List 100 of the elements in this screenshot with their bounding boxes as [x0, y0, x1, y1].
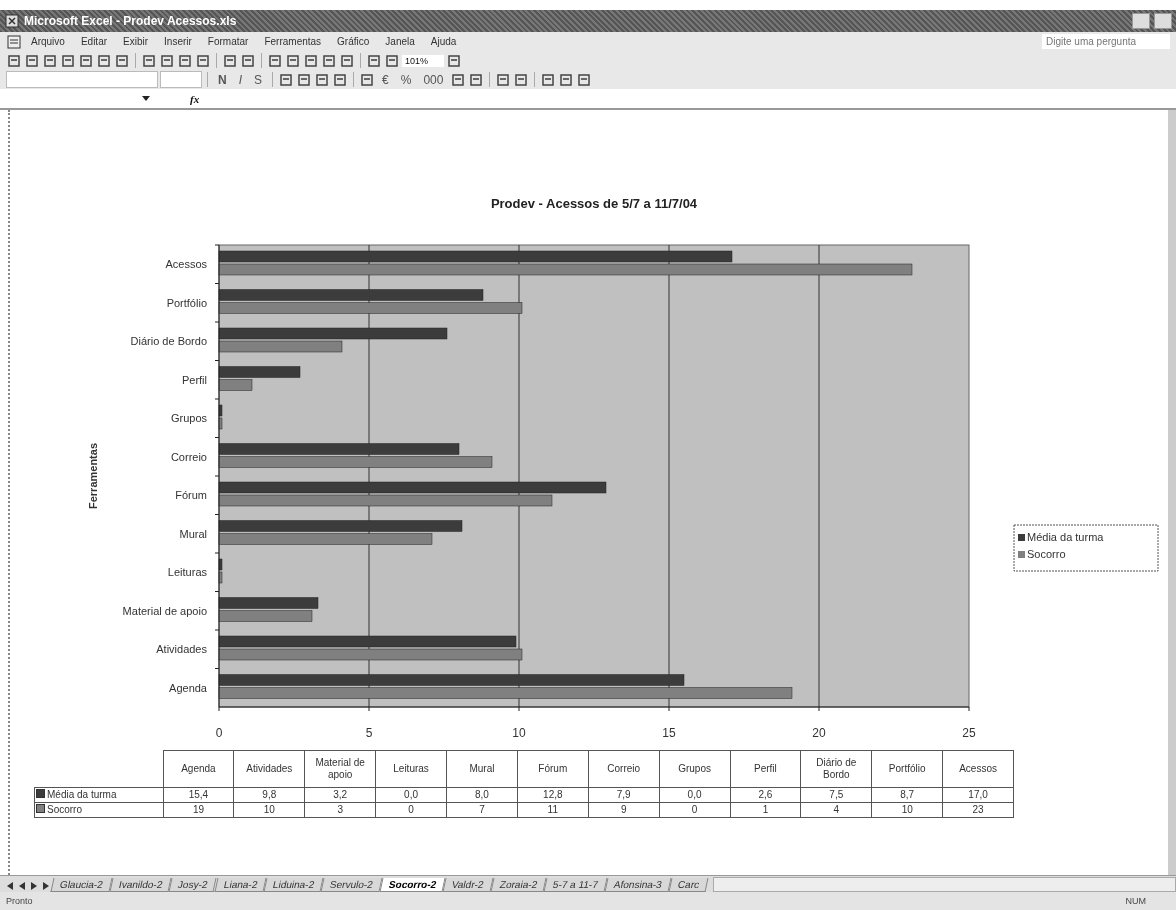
menu-item[interactable]: Exibir — [116, 36, 156, 47]
sheet-tab[interactable]: Carc — [668, 878, 709, 892]
menu-item[interactable]: Ajuda — [423, 36, 464, 47]
tick-label: 0 — [215, 726, 223, 740]
sheet-tab[interactable]: Liduina-2 — [263, 878, 324, 892]
format-button[interactable]: S — [249, 72, 268, 87]
table-cell: 0 — [659, 802, 730, 818]
category-label: Mural — [179, 527, 207, 540]
category-label: Acessos — [165, 258, 207, 271]
table-cell: 7,5 — [800, 787, 872, 803]
category-label: Atividades — [156, 643, 207, 656]
table-header: Portfólio — [871, 750, 943, 788]
format-button[interactable]: I — [233, 72, 247, 87]
table-cell: 7,9 — [588, 787, 660, 803]
function-button[interactable]: fx — [170, 92, 200, 105]
table-cell: 1 — [730, 802, 801, 818]
menu-item[interactable]: Ferramentas — [257, 36, 329, 47]
table-header: Atividades — [233, 750, 305, 788]
tick-label: 15 — [662, 726, 676, 740]
table-header: Correio — [588, 750, 660, 788]
table-header: Diário de Bordo — [800, 750, 872, 788]
tick-label: 10 — [512, 726, 526, 740]
sheet-tab[interactable]: Liana-2 — [214, 878, 267, 892]
table-cell: 4 — [800, 802, 872, 818]
number-format-button[interactable]: 000 — [418, 72, 449, 87]
sheet-tab[interactable]: Servulo-2 — [320, 878, 383, 892]
table-cell: 12,8 — [517, 787, 589, 803]
sheet-tab[interactable]: 5-7 a 11-7 — [543, 878, 608, 892]
table-cell: 10 — [871, 802, 943, 818]
menu-item[interactable]: Arquivo — [24, 36, 72, 47]
table-row-label: Média da turma — [34, 787, 163, 803]
sheet-tab[interactable]: Zoraia-2 — [490, 878, 547, 892]
table-header: Leituras — [375, 750, 447, 788]
legend-label: Socorro — [1027, 548, 1066, 560]
table-cell: 7 — [446, 802, 518, 818]
table-cell: 8,7 — [871, 787, 943, 803]
table-cell: 19 — [163, 802, 234, 818]
sheet-tab[interactable]: Josy-2 — [168, 878, 218, 892]
table-cell: 11 — [517, 802, 589, 818]
sheet-tab[interactable]: Valdr-2 — [442, 878, 494, 892]
table-cell: 9,8 — [233, 787, 305, 803]
number-format-button[interactable]: % — [395, 72, 417, 87]
category-label: Portfólio — [166, 296, 207, 309]
axis-title: Ferramentas — [87, 443, 99, 509]
table-header: Mural — [446, 750, 518, 788]
sheet-tab[interactable]: Ivanildo-2 — [109, 878, 172, 892]
table-cell: 23 — [942, 802, 1014, 818]
table-cell: 2,6 — [730, 787, 801, 803]
tick-label: 25 — [962, 726, 976, 740]
category-label: Material de apoio — [122, 604, 207, 617]
sheet-tab[interactable]: Afonsina-3 — [604, 878, 672, 892]
table-header: Grupos — [659, 750, 730, 788]
table-header: Agenda — [163, 750, 234, 788]
workbook-icon[interactable] — [6, 33, 22, 50]
help-search-field[interactable]: Digite uma pergunta — [1042, 34, 1170, 49]
category-label: Correio — [170, 450, 207, 463]
sheet-tab[interactable]: Glaucia-2 — [50, 878, 113, 892]
horizontal-scrollbar[interactable] — [712, 877, 1176, 892]
category-label: Leituras — [167, 566, 207, 579]
table-header: Material de apoio — [304, 750, 376, 788]
table-header: Perfil — [730, 750, 801, 788]
num-lock-indicator: NUM — [1125, 896, 1146, 906]
table-cell: 17,0 — [942, 787, 1014, 803]
zoom-field[interactable]: 101% — [402, 54, 444, 67]
table-header: Fórum — [517, 750, 589, 788]
format-button[interactable]: N — [213, 72, 232, 87]
table-cell: 0,0 — [375, 787, 447, 803]
category-label: Grupos — [170, 412, 207, 425]
font-name-field[interactable] — [6, 71, 158, 88]
table-cell: 0,0 — [659, 787, 730, 803]
sheet-tab[interactable]: Socorro-2 — [379, 878, 446, 892]
menu-item[interactable]: Gráfico — [330, 36, 377, 47]
category-label: Perfil — [181, 373, 207, 386]
tick-label: 20 — [812, 726, 826, 740]
table-cell: 0 — [375, 802, 447, 818]
table-cell: 10 — [233, 802, 305, 818]
table-cell: 15,4 — [163, 787, 234, 803]
chart-title: Prodev - Acessos de 5/7 a 11/7/04 — [490, 196, 698, 211]
category-label: Fórum — [175, 489, 207, 502]
number-format-button[interactable]: € — [377, 72, 394, 87]
table-cell: 3,2 — [304, 787, 376, 803]
menu-item[interactable]: Janela — [378, 36, 422, 47]
menu-item[interactable]: Formatar — [200, 36, 256, 47]
table-row-label: Socorro — [34, 802, 163, 818]
status-text: Pronto — [6, 896, 33, 906]
menu-item[interactable]: Editar — [73, 36, 115, 47]
menu-item[interactable]: Inserir — [157, 36, 199, 47]
tick-label: 5 — [365, 726, 373, 740]
legend-label: Média da turma — [1027, 531, 1104, 543]
table-header: Acessos — [942, 750, 1014, 788]
app-icon — [4, 13, 20, 29]
table-cell: 3 — [304, 802, 376, 818]
category-label: Diário de Bordo — [130, 335, 207, 348]
vertical-scrollbar[interactable] — [1168, 110, 1176, 875]
dropdown-arrow-icon[interactable] — [142, 95, 150, 102]
category-label: Agenda — [169, 681, 207, 694]
window-title: Microsoft Excel - Prodev Acessos.xls — [24, 14, 238, 28]
font-size-field[interactable] — [160, 71, 202, 88]
table-cell: 8,0 — [446, 787, 518, 803]
table-cell: 9 — [588, 802, 660, 818]
